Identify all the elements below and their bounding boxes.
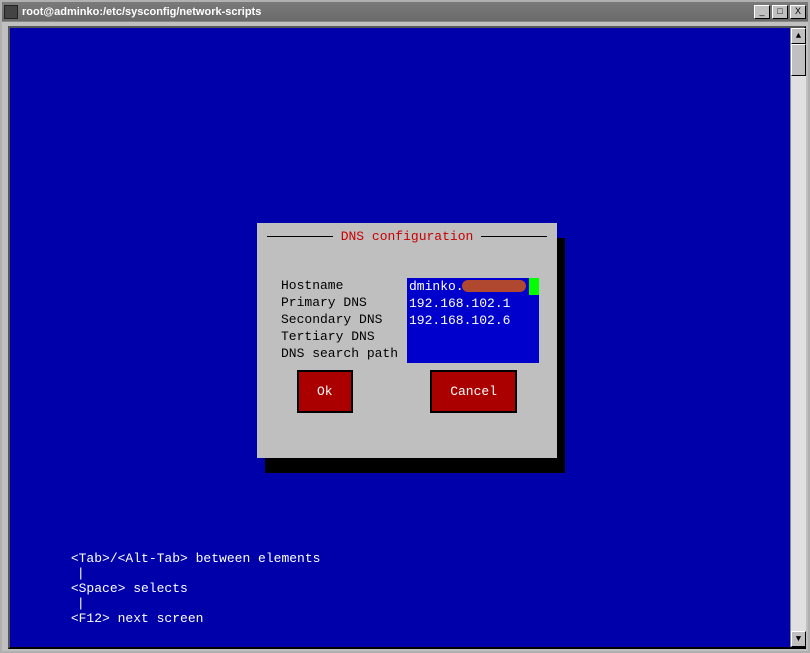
titlebar: root@adminko:/etc/sysconfig/network-scri… [2, 2, 808, 22]
scrollbar-vertical[interactable]: ▲ ▼ [790, 28, 806, 647]
footer-sep-2: | [71, 596, 91, 611]
ok-button-wrap: Ok [297, 370, 353, 413]
secondary-dns-label: Secondary DNS [281, 312, 407, 329]
scrollbar-up-arrow-icon[interactable]: ▲ [791, 28, 806, 44]
text-cursor [529, 278, 539, 295]
primary-dns-value-wrap [407, 295, 539, 312]
hostname-redaction [462, 280, 526, 292]
terminal-area: DNS configuration Hostname Primary DNS [8, 26, 806, 649]
window-title: root@adminko:/etc/sysconfig/network-scri… [22, 6, 261, 18]
close-button[interactable]: X [790, 5, 806, 19]
app-icon [4, 5, 18, 19]
field-row-primary-dns: Primary DNS [281, 295, 539, 312]
field-row-tertiary-dns: Tertiary DNS [281, 329, 539, 346]
dns-search-path-value-wrap [407, 346, 539, 363]
cancel-button[interactable]: Cancel [430, 370, 517, 413]
dialog-title: DNS configuration [333, 229, 482, 244]
titlebar-buttons: _ □ X [754, 5, 806, 19]
ok-button[interactable]: Ok [297, 370, 353, 413]
primary-dns-input[interactable] [407, 295, 539, 312]
footer-hint-space: <Space> selects [71, 581, 188, 596]
minimize-button[interactable]: _ [754, 5, 770, 19]
footer-hint-f12: <F12> next screen [71, 611, 204, 626]
scrollbar-track[interactable] [791, 44, 806, 631]
dialog-title-line: DNS configuration [267, 229, 547, 243]
footer-sep-1: | [71, 566, 91, 581]
tertiary-dns-label: Tertiary DNS [281, 329, 407, 346]
cancel-button-wrap: Cancel [430, 370, 517, 413]
field-row-secondary-dns: Secondary DNS [281, 312, 539, 329]
scrollbar-thumb[interactable] [791, 44, 806, 76]
secondary-dns-input[interactable] [407, 312, 539, 329]
dialog-fields: Hostname Primary DNS Secondary DNS [281, 278, 539, 363]
ok-button-label: Ok [317, 384, 333, 399]
hostname-value-wrap [407, 278, 539, 295]
app-window: root@adminko:/etc/sysconfig/network-scri… [0, 0, 810, 653]
footer-hint-tab: <Tab>/<Alt-Tab> between elements [71, 551, 321, 566]
hostname-label: Hostname [281, 278, 407, 295]
dns-search-path-input[interactable] [407, 346, 539, 363]
footer-hints: <Tab>/<Alt-Tab> between elements | <Spac… [24, 536, 320, 641]
cancel-button-label: Cancel [450, 384, 497, 399]
dns-config-dialog: DNS configuration Hostname Primary DNS [257, 223, 557, 458]
titlebar-left: root@adminko:/etc/sysconfig/network-scri… [4, 5, 261, 19]
dns-search-path-label: DNS search path [281, 346, 407, 363]
tertiary-dns-input[interactable] [407, 329, 539, 346]
tertiary-dns-value-wrap [407, 329, 539, 346]
primary-dns-label: Primary DNS [281, 295, 407, 312]
maximize-button[interactable]: □ [772, 5, 788, 19]
scrollbar-down-arrow-icon[interactable]: ▼ [791, 631, 806, 647]
secondary-dns-value-wrap [407, 312, 539, 329]
dialog-buttons: Ok Cancel [297, 370, 517, 413]
field-row-dns-search-path: DNS search path [281, 346, 539, 363]
field-row-hostname: Hostname [281, 278, 539, 295]
